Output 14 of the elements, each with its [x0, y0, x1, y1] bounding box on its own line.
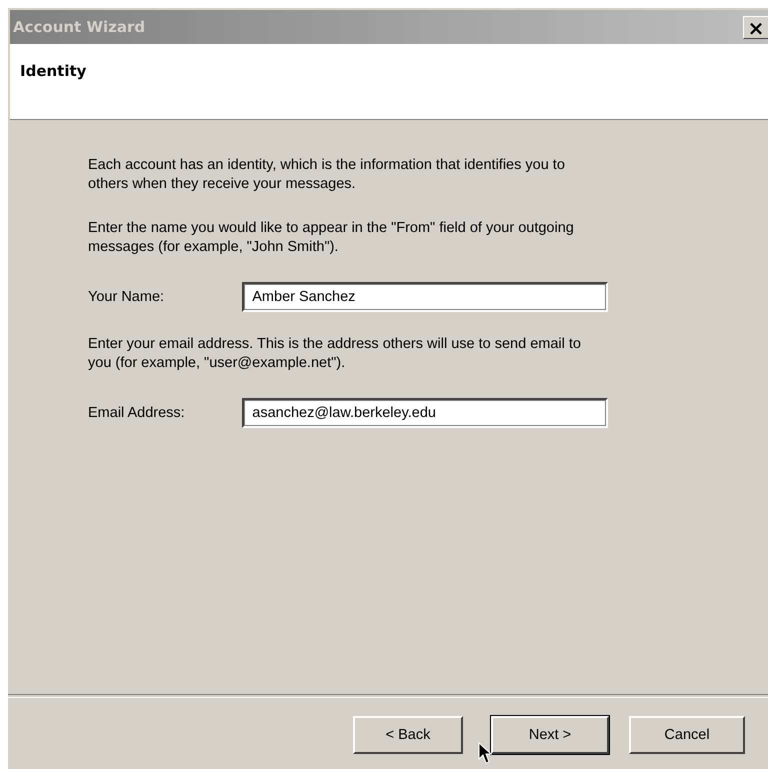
instruction-text: Enter your email address. This is the address others will use to send email to you (for example, "user@example.net").: [88, 335, 582, 373]
instruction-text: Each account has an identity, which is the information that identifies you to others when they receive your messages.: [88, 156, 566, 194]
wizard-button[interactable]: < Back: [353, 716, 463, 754]
wizard-button[interactable]: Next >: [491, 716, 609, 754]
page-heading: Identity: [20, 62, 86, 80]
field-label: Email Address:: [88, 405, 186, 421]
cursor-icon: [478, 742, 492, 764]
close-button[interactable]: ×: [743, 16, 768, 38]
instruction-text: Enter the name you would like to appear in the "From" field of your outgoing messages (for example, "John Smith").: [88, 219, 575, 257]
input-field[interactable]: asanchez@law.berkeley.edu: [242, 398, 608, 428]
input-field[interactable]: Amber Sanchez: [242, 282, 608, 312]
window-title: Account Wizard: [12, 18, 146, 36]
wizard-button[interactable]: Cancel: [629, 716, 745, 754]
field-label: Your Name:: [88, 289, 166, 305]
